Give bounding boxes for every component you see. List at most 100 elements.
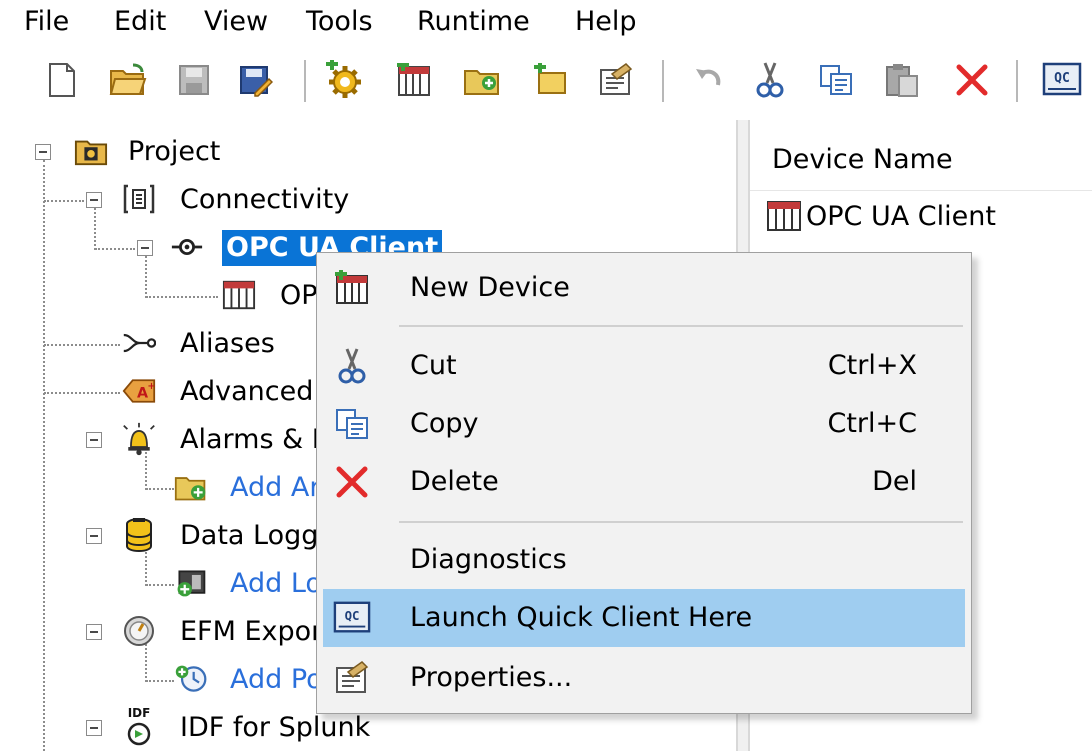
new-tag-group-icon xyxy=(464,70,499,95)
copy-button[interactable] xyxy=(814,58,858,102)
delete-button[interactable] xyxy=(950,58,994,102)
menu-item-label: Properties... xyxy=(410,662,573,693)
quick-client-icon: QC xyxy=(1042,62,1082,96)
toolbar-separator xyxy=(304,60,306,102)
menu-item-delete[interactable]: Delete Del xyxy=(323,453,965,511)
alarms-expander[interactable] xyxy=(86,432,102,448)
cut-button[interactable] xyxy=(748,58,792,102)
column-header-device-name[interactable]: Device Name xyxy=(750,130,1092,191)
shortcut-label: Ctrl+X xyxy=(827,350,917,381)
connectivity-icon xyxy=(122,182,156,216)
tree-guide-line xyxy=(146,296,218,298)
new-tag-icon xyxy=(534,63,566,94)
new-tag-button[interactable] xyxy=(528,58,572,102)
menu-file[interactable]: File xyxy=(24,4,69,40)
project-expander[interactable] xyxy=(35,144,51,160)
properties-icon xyxy=(600,63,633,95)
device-icon xyxy=(767,201,801,231)
menu-item-label: Copy xyxy=(410,408,479,439)
tree-guide-line xyxy=(146,680,174,682)
menu-item-label: Cut xyxy=(410,350,457,381)
toolbar-separator xyxy=(1016,60,1018,102)
data-logger-expander[interactable] xyxy=(86,528,102,544)
tree-guide-line xyxy=(44,344,120,346)
menu-separator xyxy=(399,521,963,523)
copy-icon xyxy=(820,65,852,95)
quick-client-icon: QC xyxy=(333,599,371,637)
new-tag-group-button[interactable] xyxy=(460,58,504,102)
delete-icon xyxy=(333,463,371,501)
new-channel-icon xyxy=(326,60,361,98)
channel-expander[interactable] xyxy=(137,240,153,256)
undo-button[interactable] xyxy=(686,58,730,102)
open-folder-icon xyxy=(109,63,147,95)
menu-separator xyxy=(399,325,963,327)
menu-item-label: New Device xyxy=(410,272,570,303)
menu-item-label: Launch Quick Client Here xyxy=(410,602,753,633)
menu-item-new-device[interactable]: New Device xyxy=(323,259,965,317)
delete-icon xyxy=(956,64,988,96)
shortcut-label: Del xyxy=(872,466,917,497)
connectivity-expander[interactable] xyxy=(86,192,102,208)
new-project-icon xyxy=(49,63,75,97)
tree-item-connectivity[interactable]: Connectivity xyxy=(180,182,349,218)
add-log-group-icon xyxy=(174,566,208,600)
toolbar-separator xyxy=(662,60,664,102)
new-channel-button[interactable] xyxy=(322,58,366,102)
new-device-icon xyxy=(333,269,371,307)
add-area-icon xyxy=(174,470,208,504)
tree-guide-line xyxy=(94,208,96,250)
toolbar: QC xyxy=(0,50,1092,116)
menu-help[interactable]: Help xyxy=(575,4,637,40)
menu-item-cut[interactable]: Cut Ctrl+X xyxy=(323,337,965,395)
channel-icon xyxy=(170,230,204,264)
device-icon xyxy=(222,278,256,312)
idf-icon-text: IDF xyxy=(128,706,151,720)
properties-button[interactable] xyxy=(594,58,638,102)
tree-item-project[interactable]: Project xyxy=(128,134,220,170)
new-device-button[interactable] xyxy=(392,58,436,102)
save-icon xyxy=(179,65,209,95)
paste-icon xyxy=(886,64,918,97)
shortcut-label: Ctrl+C xyxy=(827,408,917,439)
svg-text:+: + xyxy=(147,381,155,392)
menu-item-properties[interactable]: Properties... xyxy=(323,649,965,707)
menu-item-launch-quick-client[interactable]: QC Launch Quick Client Here xyxy=(323,589,965,647)
tree-guide-line xyxy=(44,200,84,202)
tree-guide-line xyxy=(145,256,147,298)
qc-icon-text: QC xyxy=(1054,71,1070,86)
new-device-icon xyxy=(397,63,430,96)
context-menu: New Device Cut Ctrl+X Copy Ctrl+C Delete… xyxy=(316,252,972,714)
menu-item-diagnostics[interactable]: Diagnostics xyxy=(323,531,965,589)
aliases-icon xyxy=(122,326,156,360)
paste-button[interactable] xyxy=(880,58,924,102)
open-button[interactable] xyxy=(106,58,150,102)
menu-view[interactable]: View xyxy=(204,4,268,40)
alarm-bell-icon xyxy=(122,422,156,456)
list-item-label: OPC UA Client xyxy=(806,200,996,232)
menu-bar: File Edit View Tools Runtime Help xyxy=(0,0,1092,44)
quick-client-button[interactable]: QC xyxy=(1040,58,1084,102)
list-item[interactable]: OPC UA Client xyxy=(766,196,996,236)
save-button[interactable] xyxy=(172,58,216,102)
new-project-button[interactable] xyxy=(40,58,84,102)
menu-tools[interactable]: Tools xyxy=(306,4,373,40)
undo-icon xyxy=(696,69,721,86)
idf-expander[interactable] xyxy=(86,720,102,736)
menu-item-copy[interactable]: Copy Ctrl+C xyxy=(323,395,965,453)
menu-edit[interactable]: Edit xyxy=(114,4,166,40)
menu-runtime[interactable]: Runtime xyxy=(417,4,530,40)
project-folder-icon xyxy=(74,134,108,168)
menu-item-label: Delete xyxy=(410,466,499,497)
column-header-label: Device Name xyxy=(772,144,953,175)
tree-guide-line xyxy=(146,584,174,586)
advanced-tags-icon: A + xyxy=(122,374,156,408)
save-as-button[interactable] xyxy=(234,58,278,102)
menu-item-label: Diagnostics xyxy=(410,544,567,575)
save-as-icon xyxy=(240,66,273,97)
tree-guide-line xyxy=(146,488,174,490)
efm-expander[interactable] xyxy=(86,624,102,640)
tree-item-aliases[interactable]: Aliases xyxy=(180,326,275,362)
tree-guide-line xyxy=(43,160,45,751)
efm-gauge-icon xyxy=(122,614,156,648)
